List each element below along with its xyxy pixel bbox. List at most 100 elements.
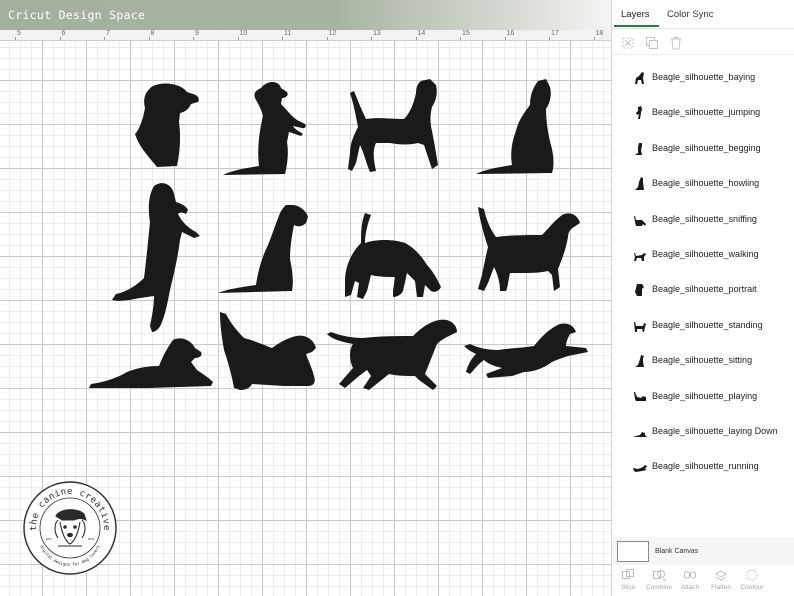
beagle-begging-silhouette[interactable] <box>223 80 311 176</box>
ruler-tick-label: 18 <box>595 30 604 37</box>
layer-item[interactable]: Beagle_silhouette_begging <box>612 131 794 165</box>
beagle-laying-silhouette[interactable] <box>87 338 215 390</box>
tool-label: Attach <box>680 584 700 591</box>
ruler-tick-label: 5 <box>17 30 21 37</box>
beagle-walking-silhouette[interactable] <box>474 207 582 293</box>
layer-name: Beagle_silhouette_walking <box>652 249 759 259</box>
ruler-tick-label: 16 <box>506 30 515 37</box>
layer-name: Beagle_silhouette_begging <box>652 142 761 153</box>
beagle-playing-silhouette[interactable] <box>216 312 320 392</box>
design-canvas[interactable]: the canine creative digital designs for … <box>0 41 612 596</box>
combine-button[interactable]: Combine <box>644 568 674 596</box>
attach-icon <box>684 571 696 579</box>
bottom-toolbar: Slice Combine Attach Flatten Contour <box>612 566 794 596</box>
howling-dog-icon <box>635 177 644 191</box>
ruler-tick-label: 12 <box>328 30 337 37</box>
playing-dog-icon <box>634 391 646 401</box>
walking-dog-icon <box>634 253 646 261</box>
layer-item[interactable]: Beagle_silhouette_walking <box>612 237 794 271</box>
layer-name: Beagle_silhouette_portrait <box>652 284 757 295</box>
ruler-tick-mark <box>282 37 283 40</box>
tool-label: Contour <box>740 584 764 591</box>
contour-icon <box>746 569 758 581</box>
layer-item[interactable]: Beagle_silhouette_standing <box>612 308 794 342</box>
flatten-button[interactable]: Flatten <box>706 568 736 596</box>
ruler-tick-mark <box>59 37 61 40</box>
running-dog-icon <box>633 465 647 473</box>
ruler-tick-label: 10 <box>239 30 248 37</box>
laying-dog-icon <box>633 432 647 437</box>
panel-tabs: Layers Color Sync <box>612 0 794 29</box>
ruler-tick-mark <box>549 37 550 40</box>
duplicate-icon[interactable] <box>645 36 659 50</box>
ruler-tick-mark <box>593 37 595 40</box>
layer-name: Beagle_silhouette_sniffing <box>652 213 757 224</box>
tool-label: Combine <box>645 584 672 591</box>
tool-label: Flatten <box>711 584 731 591</box>
beagle-sniffing-silhouette[interactable] <box>341 211 443 303</box>
beagle-portrait-silhouette[interactable] <box>131 82 201 168</box>
layer-item[interactable]: Beagle_silhouette_running <box>612 449 794 483</box>
layers-panel: Layers Color Sync Beagle_silhouette_bayi… <box>612 0 794 596</box>
beagle-baying-silhouette[interactable] <box>344 79 444 173</box>
layer-name: Beagle_silhouette_playing <box>652 390 758 401</box>
ruler-tick-label: 7 <box>106 30 110 37</box>
beagle-sitting-silhouette[interactable] <box>216 205 312 295</box>
app-header: Cricut Design Space <box>0 0 612 30</box>
ruler-tick-mark <box>326 37 328 40</box>
layer-item[interactable]: Beagle_silhouette_laying Down <box>612 414 794 448</box>
tab-layers[interactable]: Layers <box>621 9 650 20</box>
beagle-howling-silhouette[interactable] <box>474 79 566 175</box>
beagle-jumping-silhouette[interactable] <box>110 182 204 334</box>
logo-year: 2021 <box>88 537 95 541</box>
logo-est: EST. <box>46 537 53 541</box>
canine-creative-logo: the canine creative digital designs for … <box>23 481 117 575</box>
sitting-dog-icon <box>635 355 644 368</box>
begging-dog-icon <box>635 142 642 155</box>
attach-button[interactable]: Attach <box>675 568 705 596</box>
contour-button[interactable]: Contour <box>737 568 767 596</box>
layer-item[interactable]: Beagle_silhouette_baying <box>612 60 794 94</box>
tab-color-sync[interactable]: Color Sync <box>667 9 713 20</box>
slice-button[interactable]: Slice <box>613 568 643 596</box>
group-icon[interactable] <box>621 36 635 50</box>
delete-icon[interactable] <box>669 36 683 50</box>
blank-canvas-label: Blank Canvas <box>655 548 699 555</box>
layer-item[interactable]: Beagle_silhouette_portrait <box>612 272 794 306</box>
ruler-tick-mark <box>104 37 105 40</box>
ruler-tick-label: 11 <box>284 30 292 37</box>
layer-name: Beagle_silhouette_howling <box>652 178 760 189</box>
layer-item[interactable]: Beagle_silhouette_playing <box>612 379 794 413</box>
app-window: Cricut Design Space 5 6 7 8 9 10 11 12 13 14 15 16 1… <box>0 0 794 596</box>
ruler-tick-mark <box>148 37 150 40</box>
app-title: Cricut Design Space <box>8 8 146 22</box>
beagle-trotting-silhouette[interactable] <box>325 318 459 392</box>
layer-name: Beagle_silhouette_sitting <box>652 355 753 366</box>
howl-dog-icon <box>635 72 644 84</box>
layer-name: Beagle_silhouette_standing <box>652 319 763 330</box>
layer-item[interactable]: Beagle_silhouette_sitting <box>612 343 794 377</box>
blank-canvas-row[interactable]: Blank Canvas <box>612 537 794 565</box>
layer-name: Beagle_silhouette_baying <box>652 72 756 82</box>
slice-icon <box>622 569 634 579</box>
standing-up-dog-icon <box>636 106 642 120</box>
ruler-tick-label: 9 <box>195 30 199 37</box>
beagle-running-silhouette[interactable] <box>464 320 590 378</box>
ruler-tick-label: 8 <box>150 30 155 37</box>
ruler-tick-mark <box>193 37 194 40</box>
combine-icon <box>653 570 666 582</box>
portrait-dog-icon <box>635 284 644 297</box>
layer-name: Beagle_silhouette_jumping <box>652 107 761 118</box>
ruler-tick-label: 15 <box>462 30 470 37</box>
ruler-tick-mark <box>237 37 239 40</box>
layer-item[interactable]: Beagle_silhouette_sniffing <box>612 202 794 236</box>
layer-item[interactable]: Beagle_silhouette_jumping <box>612 95 794 129</box>
ruler-tick-label: 6 <box>61 30 66 37</box>
blank-canvas-swatch[interactable] <box>617 541 649 562</box>
standing-dog-icon <box>634 321 646 332</box>
layer-item[interactable]: Beagle_silhouette_howling <box>612 166 794 200</box>
layer-name: Beagle_silhouette_running <box>652 461 759 472</box>
layer-name: Beagle_silhouette_laying Down <box>652 426 778 436</box>
ruler-tick-mark <box>504 37 506 40</box>
active-tab-indicator <box>614 25 659 27</box>
